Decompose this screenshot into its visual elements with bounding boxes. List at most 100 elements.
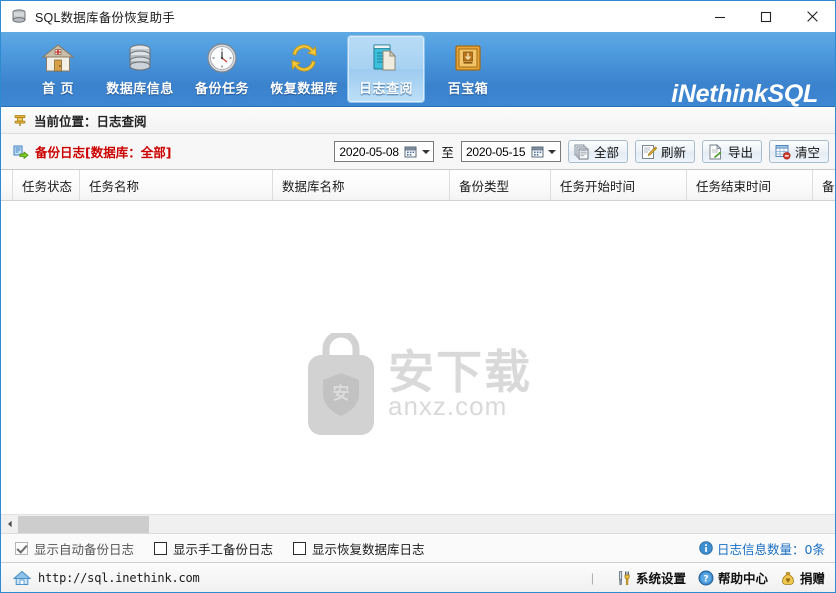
date-from-value: 2020-05-08 [339, 144, 399, 159]
close-button[interactable] [789, 1, 835, 32]
checkbox-label: 显示恢复数据库日志 [312, 541, 425, 557]
database-icon [10, 8, 28, 26]
toolbar-item-database-info[interactable]: 数据库信息 [101, 35, 179, 103]
watermark-text: 安下载 [388, 344, 532, 399]
export-icon [708, 143, 724, 160]
database-icon [123, 41, 157, 75]
date-range-separator: 至 [441, 145, 454, 160]
toolbar-item-label: 恢复数据库 [270, 82, 338, 97]
checkbox-box[interactable] [293, 541, 307, 555]
svg-text:安: 安 [333, 383, 350, 404]
footer-links: | 系统设置 ? 帮助中心 ¥ 捐赠 [591, 568, 825, 587]
chevron-down-icon[interactable] [546, 142, 559, 161]
footer-link-donate[interactable]: ¥ 捐赠 [780, 568, 825, 587]
application-window: SQL数据库备份恢复助手 首 页 数据库信息 备份任务 恢复数据库 日志查阅 百… [0, 0, 836, 593]
grid-header-cell[interactable]: 任务开始时间 [551, 170, 687, 200]
home-icon [13, 569, 31, 587]
minimize-button[interactable] [697, 1, 743, 32]
toolbar-item-toolbox[interactable]: 百宝箱 [429, 35, 507, 103]
toolbar-item-label: 首 页 [41, 82, 75, 97]
grid-header-cell[interactable]: 数据库名称 [273, 170, 450, 200]
watermark: 安 安下载 anxz.com [304, 333, 532, 437]
date-to-picker[interactable]: 2020-05-15 [460, 141, 561, 162]
clock-icon [205, 41, 239, 75]
refresh-pencil-icon [641, 144, 657, 160]
footer-link-help-center[interactable]: ? 帮助中心 [698, 568, 768, 587]
toolbar-items: 首 页 数据库信息 备份任务 恢复数据库 日志查阅 百宝箱 [1, 32, 511, 103]
window-title: SQL数据库备份恢复助手 [35, 11, 175, 25]
clear-button[interactable]: 清空 [768, 140, 829, 163]
refresh-button[interactable]: 刷新 [634, 140, 695, 163]
clear-grid-icon [775, 144, 791, 160]
toolbar-item-log-view[interactable]: 日志查阅 [347, 35, 425, 103]
button-label: 清空 [794, 145, 820, 160]
svg-text:¥: ¥ [786, 576, 791, 584]
log-filter-icon [12, 143, 29, 160]
toolbar-item-label: 百宝箱 [447, 82, 489, 97]
copy-all-icon [574, 144, 590, 160]
info-icon [699, 541, 713, 555]
scroll-left-arrow-icon[interactable] [1, 516, 18, 533]
grid-header-rownum [1, 170, 13, 200]
toolbar-item-label: 日志查阅 [358, 82, 413, 97]
pin-icon [12, 112, 28, 128]
footer-link-label: 捐赠 [799, 571, 825, 586]
donate-icon: ¥ [780, 570, 796, 586]
footer-link-label: 系统设置 [635, 571, 686, 586]
calendar-icon [404, 145, 417, 158]
toolbar-item-label: 数据库信息 [106, 82, 174, 97]
toolbar-item-restore-database[interactable]: 恢复数据库 [265, 35, 343, 103]
title-bar: SQL数据库备份恢复助手 [1, 1, 835, 32]
window-controls [697, 1, 835, 32]
checkbox-label: 显示手工备份日志 [173, 541, 274, 557]
button-label: 刷新 [660, 145, 686, 160]
grid-header-cell[interactable]: 任务状态 [13, 170, 80, 200]
footer-link-system-settings[interactable]: 系统设置 [616, 568, 686, 587]
footer-url[interactable]: http://sql.inethink.com [38, 571, 200, 585]
checkbox-label: 显示自动备份日志 [34, 541, 135, 557]
options-bar: 显示自动备份日志 显示手工备份日志 显示恢复数据库日志 日志信息数量：0条 [1, 533, 835, 562]
home-icon [41, 41, 75, 75]
grid-header-cell[interactable]: 备 [813, 170, 835, 200]
log-grid: 任务状态 任务名称 数据库名称 备份类型 任务开始时间 任务结束时间 备 安 安… [1, 170, 835, 533]
checkbox-restore-database-log[interactable]: 显示恢复数据库日志 [293, 539, 425, 558]
button-label: 全部 [593, 145, 619, 160]
footer-bar: http://sql.inethink.com | 系统设置 ? 帮助中心 ¥ … [1, 562, 835, 592]
horizontal-scrollbar[interactable] [1, 514, 835, 533]
svg-text:?: ? [703, 574, 708, 584]
breadcrumb: 当前位置：日志查阅 [1, 107, 835, 134]
toolbar-item-backup-task[interactable]: 备份任务 [183, 35, 261, 103]
chevron-down-icon[interactable] [419, 142, 432, 161]
breadcrumb-text: 当前位置：日志查阅 [34, 113, 147, 129]
grid-header-cell[interactable]: 备份类型 [450, 170, 551, 200]
maximize-button[interactable] [743, 1, 789, 32]
log-count: 日志信息数量：0条 [699, 539, 825, 558]
watermark-subtext: anxz.com [388, 390, 508, 421]
export-button[interactable]: 导出 [701, 140, 762, 163]
log-count-text: 日志信息数量：0条 [717, 541, 825, 557]
checkbox-box[interactable] [15, 541, 28, 555]
date-from-picker[interactable]: 2020-05-08 [334, 141, 435, 162]
help-icon: ? [698, 570, 714, 586]
checkbox-manual-backup-log[interactable]: 显示手工备份日志 [154, 539, 273, 558]
brand-logo: iNethinkSQL [671, 80, 818, 108]
date-to-value: 2020-05-15 [465, 144, 526, 159]
main-toolbar: 首 页 数据库信息 备份任务 恢复数据库 日志查阅 百宝箱 iNethinkSQ… [1, 32, 835, 108]
toolbar-item-home[interactable]: 首 页 [19, 35, 97, 103]
footer-link-label: 帮助中心 [717, 571, 768, 586]
watermark-badge-icon: 安 [308, 333, 374, 435]
scrollbar-thumb[interactable] [18, 515, 149, 533]
calendar-icon [531, 145, 544, 158]
show-all-button[interactable]: 全部 [567, 140, 628, 163]
toolbox-icon [451, 41, 485, 75]
grid-header-row: 任务状态 任务名称 数据库名称 备份类型 任务开始时间 任务结束时间 备 [1, 170, 835, 201]
book-document-icon [369, 41, 403, 75]
toolbar-item-label: 备份任务 [194, 82, 249, 97]
grid-header-cell[interactable]: 任务结束时间 [687, 170, 813, 200]
checkbox-box[interactable] [154, 541, 168, 555]
checkbox-auto-backup-log[interactable]: 显示自动备份日志 [15, 539, 134, 558]
grid-body: 安 安下载 anxz.com [1, 201, 835, 514]
grid-header-cell[interactable]: 任务名称 [80, 170, 273, 200]
button-label: 导出 [727, 145, 753, 160]
scrollbar-track[interactable] [18, 515, 835, 533]
